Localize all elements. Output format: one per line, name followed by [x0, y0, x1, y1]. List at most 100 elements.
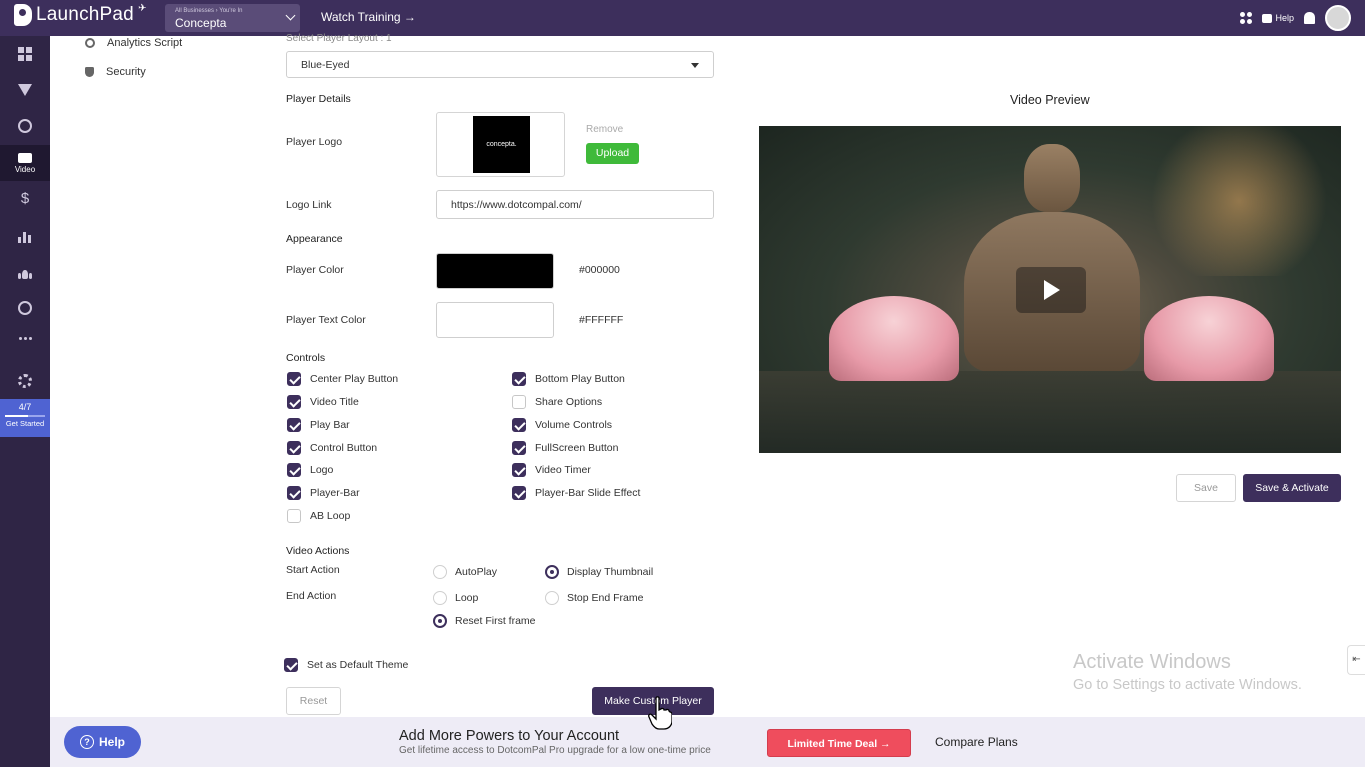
control-share-options[interactable]: Share Options: [512, 395, 602, 409]
sidebar-item-more[interactable]: [0, 321, 50, 355]
sidebar-item-sales[interactable]: $: [0, 182, 50, 216]
analytics-icon: [85, 38, 95, 48]
checkbox[interactable]: [287, 395, 301, 409]
submenu-analytics-script[interactable]: Analytics Script: [85, 37, 182, 49]
control-control-button[interactable]: Control Button: [287, 441, 377, 455]
radio-button[interactable]: [545, 565, 559, 579]
sidebar-item-dashboard[interactable]: [0, 37, 50, 71]
checkbox[interactable]: [284, 658, 298, 672]
control-ab-loop[interactable]: AB Loop: [287, 509, 350, 523]
radio-button[interactable]: [545, 591, 559, 605]
controls-heading: Controls: [286, 352, 326, 364]
checkbox[interactable]: [512, 418, 526, 432]
windows-watermark-subtitle: Go to Settings to activate Windows.: [1073, 677, 1302, 693]
control-player-bar-slide[interactable]: Player-Bar Slide Effect: [512, 486, 640, 500]
control-player-bar[interactable]: Player-Bar: [287, 486, 360, 500]
control-video-title[interactable]: Video Title: [287, 395, 359, 409]
submenu-security[interactable]: Security: [85, 66, 146, 78]
radio-button[interactable]: [433, 565, 447, 579]
checkbox-label: FullScreen Button: [535, 442, 619, 454]
default-theme-checkbox[interactable]: Set as Default Theme: [284, 658, 408, 672]
watch-training-link[interactable]: Watch Training →: [321, 10, 416, 24]
help-float-button[interactable]: ? Help: [64, 726, 141, 758]
question-icon: ?: [79, 735, 94, 749]
play-icon[interactable]: [1016, 267, 1086, 313]
end-reset-radio[interactable]: Reset First frame: [433, 614, 536, 628]
chevron-down-icon: [285, 10, 296, 21]
buddha-statue-head: [1024, 144, 1080, 212]
checkbox[interactable]: [287, 463, 301, 477]
checkbox[interactable]: [287, 441, 301, 455]
user-avatar[interactable]: [1325, 5, 1351, 31]
control-fullscreen[interactable]: FullScreen Button: [512, 441, 618, 455]
checkbox-label: Logo: [310, 464, 334, 476]
get-started-progress: [5, 415, 45, 417]
checkbox-label: AB Loop: [310, 510, 351, 522]
sidebar-item-settings[interactable]: [0, 364, 50, 398]
help-link[interactable]: Help: [1262, 13, 1294, 23]
end-stop-radio[interactable]: Stop End Frame: [545, 591, 643, 605]
promo-bar: [50, 717, 1365, 767]
player-logo-label: Player Logo: [286, 136, 343, 148]
radio-label: Display Thumbnail: [567, 566, 654, 578]
funnel-icon: [18, 84, 32, 96]
checkbox-label: Control Button: [310, 442, 378, 454]
notification-bell-icon[interactable]: [1304, 12, 1315, 24]
caret-down-icon: [691, 63, 699, 68]
control-logo[interactable]: Logo: [287, 463, 333, 477]
sidebar-item-video[interactable]: Video: [0, 145, 50, 181]
checkbox[interactable]: [287, 509, 301, 523]
checkbox[interactable]: [287, 486, 301, 500]
sidebar-item-analytics[interactable]: [0, 219, 50, 253]
checkbox-label: Player-Bar Slide Effect: [535, 487, 641, 499]
start-autoplay-radio[interactable]: AutoPlay: [433, 565, 497, 579]
checkbox[interactable]: [512, 372, 526, 386]
sidebar-item-funnels[interactable]: [0, 73, 50, 107]
users-icon: [18, 265, 32, 279]
get-started-widget[interactable]: 4/7 Get Started: [0, 399, 50, 437]
remove-logo-link[interactable]: Remove: [586, 124, 623, 135]
checkbox[interactable]: [287, 418, 301, 432]
start-thumbnail-radio[interactable]: Display Thumbnail: [545, 565, 653, 579]
sidebar-item-sites[interactable]: [0, 109, 50, 143]
compare-plans-link[interactable]: Compare Plans: [935, 735, 1018, 749]
logo-link-label: Logo Link: [286, 199, 332, 211]
radio-button[interactable]: [433, 591, 447, 605]
upload-button[interactable]: Upload: [586, 143, 639, 164]
control-bottom-play[interactable]: Bottom Play Button: [512, 372, 625, 386]
clock-icon: [18, 301, 32, 315]
checkbox[interactable]: [512, 486, 526, 500]
save-button[interactable]: Save: [1176, 474, 1236, 502]
player-text-color-swatch[interactable]: [436, 302, 554, 338]
checkbox[interactable]: [512, 395, 526, 409]
sidebar-item-history[interactable]: [0, 291, 50, 325]
player-text-color-value: #FFFFFF: [579, 314, 624, 326]
control-center-play[interactable]: Center Play Button: [287, 372, 398, 386]
collapse-tab-icon[interactable]: ⇤: [1347, 645, 1365, 675]
launchpad-logo[interactable]: LaunchPad ✈: [14, 3, 146, 26]
checkbox-label: Video Title: [310, 396, 359, 408]
save-activate-button[interactable]: Save & Activate: [1243, 474, 1341, 502]
checkbox[interactable]: [512, 463, 526, 477]
player-color-swatch[interactable]: [436, 253, 554, 289]
control-video-timer[interactable]: Video Timer: [512, 463, 591, 477]
limited-time-deal-button[interactable]: Limited Time Deal →: [767, 729, 911, 757]
apps-grid-icon[interactable]: [1240, 12, 1253, 24]
radio-button[interactable]: [433, 614, 447, 628]
help-bubble-icon: [1262, 13, 1273, 23]
business-selector[interactable]: All Businesses › You're In Concepta: [165, 4, 300, 32]
player-layout-select[interactable]: Blue-Eyed: [286, 51, 714, 78]
end-loop-radio[interactable]: Loop: [433, 591, 478, 605]
reset-button[interactable]: Reset: [286, 687, 341, 715]
sidebar-item-label: Video: [14, 164, 36, 174]
control-play-bar[interactable]: Play Bar: [287, 418, 350, 432]
sidebar-item-contacts[interactable]: [0, 255, 50, 289]
help-float-label: Help: [98, 735, 125, 749]
video-player[interactable]: [759, 126, 1341, 453]
top-bar: LaunchPad ✈ All Businesses › You're In C…: [0, 0, 1365, 36]
logo-link-input[interactable]: [436, 190, 714, 219]
checkbox[interactable]: [287, 372, 301, 386]
radio-label: Loop: [455, 592, 479, 604]
control-volume[interactable]: Volume Controls: [512, 418, 612, 432]
checkbox[interactable]: [512, 441, 526, 455]
